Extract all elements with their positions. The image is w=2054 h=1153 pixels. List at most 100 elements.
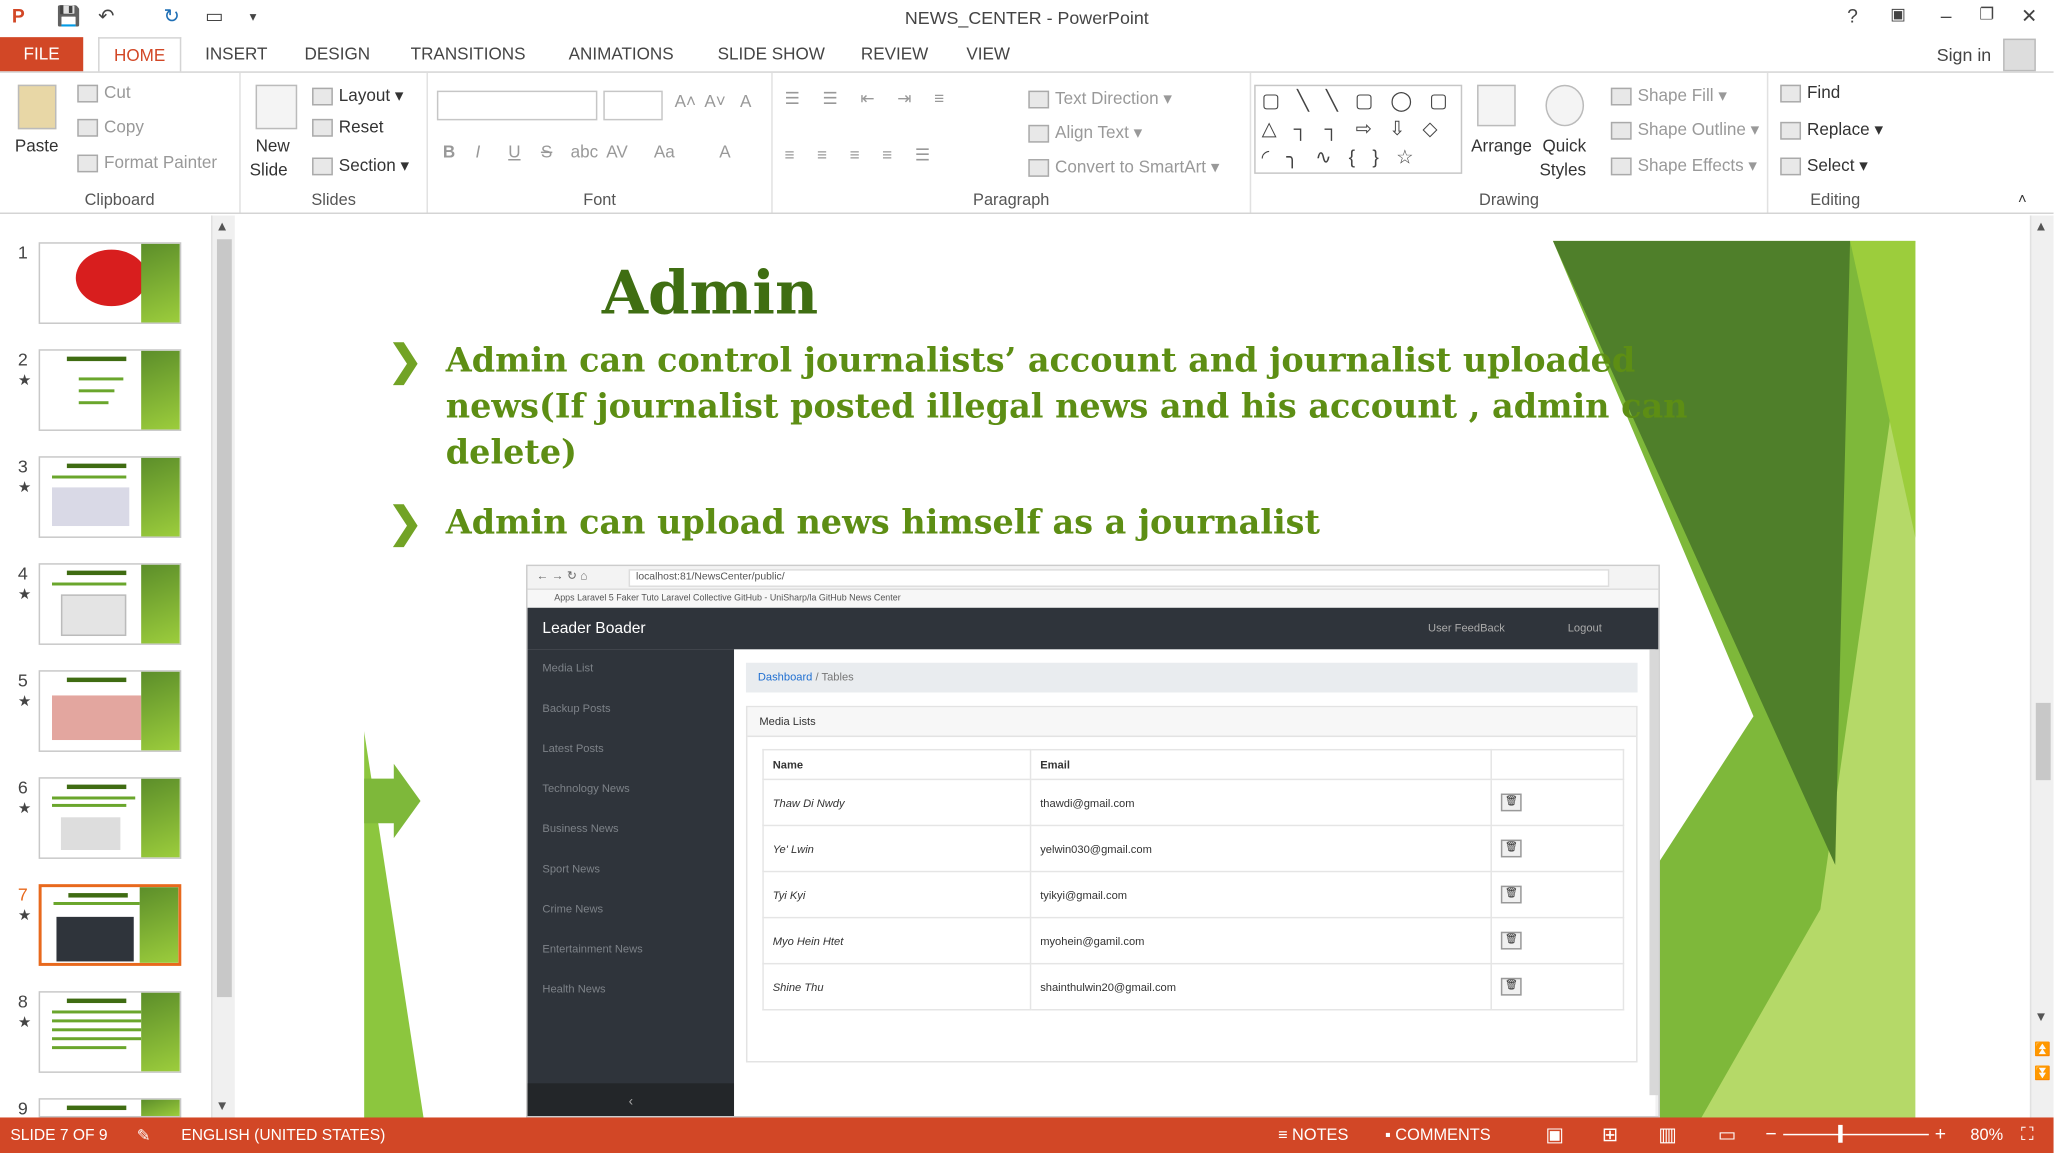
- reset-button[interactable]: Reset: [312, 118, 383, 137]
- slide-thumbnail-2[interactable]: [38, 349, 182, 431]
- tab-review[interactable]: REVIEW: [853, 37, 936, 73]
- fit-slide-icon[interactable]: ⛶: [2021, 1123, 2033, 1145]
- shrink-font-button[interactable]: A˅: [704, 94, 725, 112]
- copy-button[interactable]: Copy: [77, 118, 144, 137]
- reset-icon: [312, 118, 333, 137]
- find-button[interactable]: Find: [1780, 84, 1840, 103]
- slide-show-icon[interactable]: ▭: [1718, 1123, 1736, 1147]
- thumb-number: 6: [17, 777, 28, 798]
- scrollbar-thumb[interactable]: [2035, 702, 2051, 781]
- scrollbar-thumb[interactable]: [216, 239, 232, 998]
- media-table: Name Email Thaw Di Nwdy thawdi@gmail.com 🗑 …: [762, 748, 1625, 1011]
- list-buttons[interactable]: ☰ ☰ ⇤ ⇥ ≡: [785, 88, 953, 109]
- zoom-slider-thumb[interactable]: [1838, 1124, 1843, 1143]
- slide-thumbnail-9[interactable]: [38, 1098, 182, 1118]
- arrange-icon[interactable]: [1477, 84, 1516, 127]
- slide-thumbnail-1[interactable]: [38, 242, 182, 324]
- slide-title: Admin: [601, 258, 819, 329]
- paste-button[interactable]: Paste: [15, 138, 59, 156]
- slide-thumbnail-4[interactable]: [38, 563, 182, 645]
- font-size-combo[interactable]: [603, 90, 663, 121]
- sign-in-link[interactable]: Sign in: [1937, 45, 1992, 66]
- ribbon-display-options-icon[interactable]: ▣: [1890, 4, 1905, 24]
- close-icon[interactable]: ✕: [2021, 4, 2037, 28]
- bold-button[interactable]: B: [443, 144, 455, 162]
- tab-view[interactable]: VIEW: [951, 37, 1025, 73]
- scroll-up-icon[interactable]: ▲: [2034, 218, 2047, 233]
- slide-scrollbar[interactable]: ▲ ▼ ⏫ ⏬: [2029, 215, 2054, 1119]
- tab-design[interactable]: DESIGN: [291, 37, 383, 73]
- slide-thumbnail-6[interactable]: [38, 777, 182, 859]
- collapse-ribbon-icon[interactable]: ˄: [2018, 192, 2027, 208]
- change-case-button[interactable]: Aa: [654, 144, 675, 162]
- current-slide[interactable]: Admin ❯ Admin can control journalists’ a…: [364, 240, 1916, 1118]
- scroll-down-icon[interactable]: ▼: [215, 1098, 228, 1113]
- underline-button[interactable]: U: [508, 144, 520, 162]
- quick-styles-icon[interactable]: [1545, 84, 1585, 127]
- strikethrough-button[interactable]: S: [541, 144, 552, 162]
- minimize-icon[interactable]: –: [1941, 4, 1952, 26]
- font-color-button[interactable]: A: [719, 144, 730, 162]
- cut-button[interactable]: Cut: [77, 84, 131, 103]
- alignment-buttons[interactable]: ≡ ≡ ≡ ≡ ☰: [785, 144, 939, 165]
- arrange-button[interactable]: Arrange: [1471, 138, 1532, 156]
- section-button[interactable]: Section ▾: [312, 155, 409, 175]
- tab-slide-show[interactable]: SLIDE SHOW: [704, 37, 838, 73]
- align-text-button[interactable]: Align Text ▾: [1028, 122, 1142, 143]
- grow-font-button[interactable]: A˄: [675, 94, 696, 112]
- slide-counter[interactable]: SLIDE 7 OF 9: [10, 1126, 107, 1144]
- replace-button[interactable]: Replace ▾: [1780, 119, 1883, 140]
- embedded-screenshot[interactable]: ← → ↻ ⌂ localhost:81/NewsCenter/public/ …: [526, 564, 1660, 1118]
- font-name-combo[interactable]: [436, 90, 598, 121]
- format-painter-icon: [77, 154, 99, 173]
- restore-icon[interactable]: ❐: [1979, 4, 1994, 24]
- normal-view-icon[interactable]: ▣: [1545, 1123, 1563, 1147]
- clear-formatting-button[interactable]: A: [740, 94, 751, 112]
- slide-thumbnail-5[interactable]: [38, 670, 182, 752]
- zoom-level[interactable]: 80%: [1970, 1126, 2003, 1144]
- quick-styles-dropdown[interactable]: Styles: [1539, 162, 1586, 180]
- scroll-up-icon[interactable]: ▲: [215, 218, 228, 233]
- spell-check-icon[interactable]: ✎: [137, 1126, 151, 1146]
- slide-thumbnail-8[interactable]: [38, 991, 182, 1073]
- select-button[interactable]: Select ▾: [1780, 155, 1868, 175]
- layout-button[interactable]: Layout ▾: [312, 85, 403, 106]
- reading-view-icon[interactable]: ▥: [1658, 1123, 1676, 1147]
- thumbnails-scrollbar[interactable]: ▲ ▼: [211, 215, 235, 1119]
- tab-transitions[interactable]: TRANSITIONS: [398, 37, 538, 73]
- user-avatar-icon[interactable]: [2003, 38, 2036, 72]
- zoom-slider[interactable]: [1783, 1133, 1929, 1136]
- slide-thumbnail-7[interactable]: [38, 884, 182, 966]
- tab-animations[interactable]: ANIMATIONS: [553, 37, 690, 73]
- next-slide-icon[interactable]: ⏬: [2034, 1065, 2051, 1081]
- slide-sorter-icon[interactable]: ⊞: [1602, 1123, 1618, 1147]
- tab-insert[interactable]: INSERT: [193, 37, 279, 73]
- paste-icon[interactable]: [17, 84, 57, 130]
- help-icon[interactable]: ?: [1847, 4, 1858, 26]
- previous-slide-icon[interactable]: ⏫: [2034, 1042, 2051, 1058]
- slide-thumbnail-3[interactable]: [38, 456, 182, 538]
- tab-home[interactable]: HOME: [98, 37, 182, 73]
- shape-outline-button[interactable]: Shape Outline ▾: [1610, 119, 1759, 140]
- tab-file[interactable]: FILE: [0, 37, 84, 73]
- scissors-icon: [77, 84, 99, 103]
- shape-fill-button[interactable]: Shape Fill ▾: [1610, 85, 1727, 106]
- format-painter-button[interactable]: Format Painter: [77, 154, 217, 173]
- scroll-down-icon[interactable]: ▼: [2034, 1009, 2047, 1024]
- convert-smartart-button[interactable]: Convert to SmartArt ▾: [1028, 156, 1219, 177]
- shape-effects-button[interactable]: Shape Effects ▾: [1610, 155, 1757, 175]
- comments-button[interactable]: ▪ COMMENTS: [1385, 1126, 1491, 1144]
- new-slide-button[interactable]: New: [256, 138, 290, 156]
- text-direction-button[interactable]: Text Direction ▾: [1028, 88, 1172, 108]
- zoom-in-icon[interactable]: +: [1935, 1122, 1946, 1144]
- new-slide-dropdown[interactable]: Slide: [250, 162, 288, 180]
- zoom-out-icon[interactable]: −: [1765, 1122, 1776, 1144]
- shadow-button[interactable]: abc: [571, 144, 599, 162]
- new-slide-icon[interactable]: [255, 84, 298, 130]
- shapes-gallery[interactable]: ▢ ╲ ╲ ▢ ◯ ▢ △ ┐ ┐ ⇨ ⇩ ◇ ◜ ╮ ∿ { } ☆: [1254, 84, 1463, 174]
- notes-button[interactable]: ≡ NOTES: [1278, 1126, 1348, 1144]
- italic-button[interactable]: I: [476, 144, 481, 162]
- language-indicator[interactable]: ENGLISH (UNITED STATES): [181, 1126, 385, 1144]
- character-spacing-button[interactable]: AV: [606, 144, 628, 162]
- quick-styles-button[interactable]: Quick: [1542, 138, 1586, 156]
